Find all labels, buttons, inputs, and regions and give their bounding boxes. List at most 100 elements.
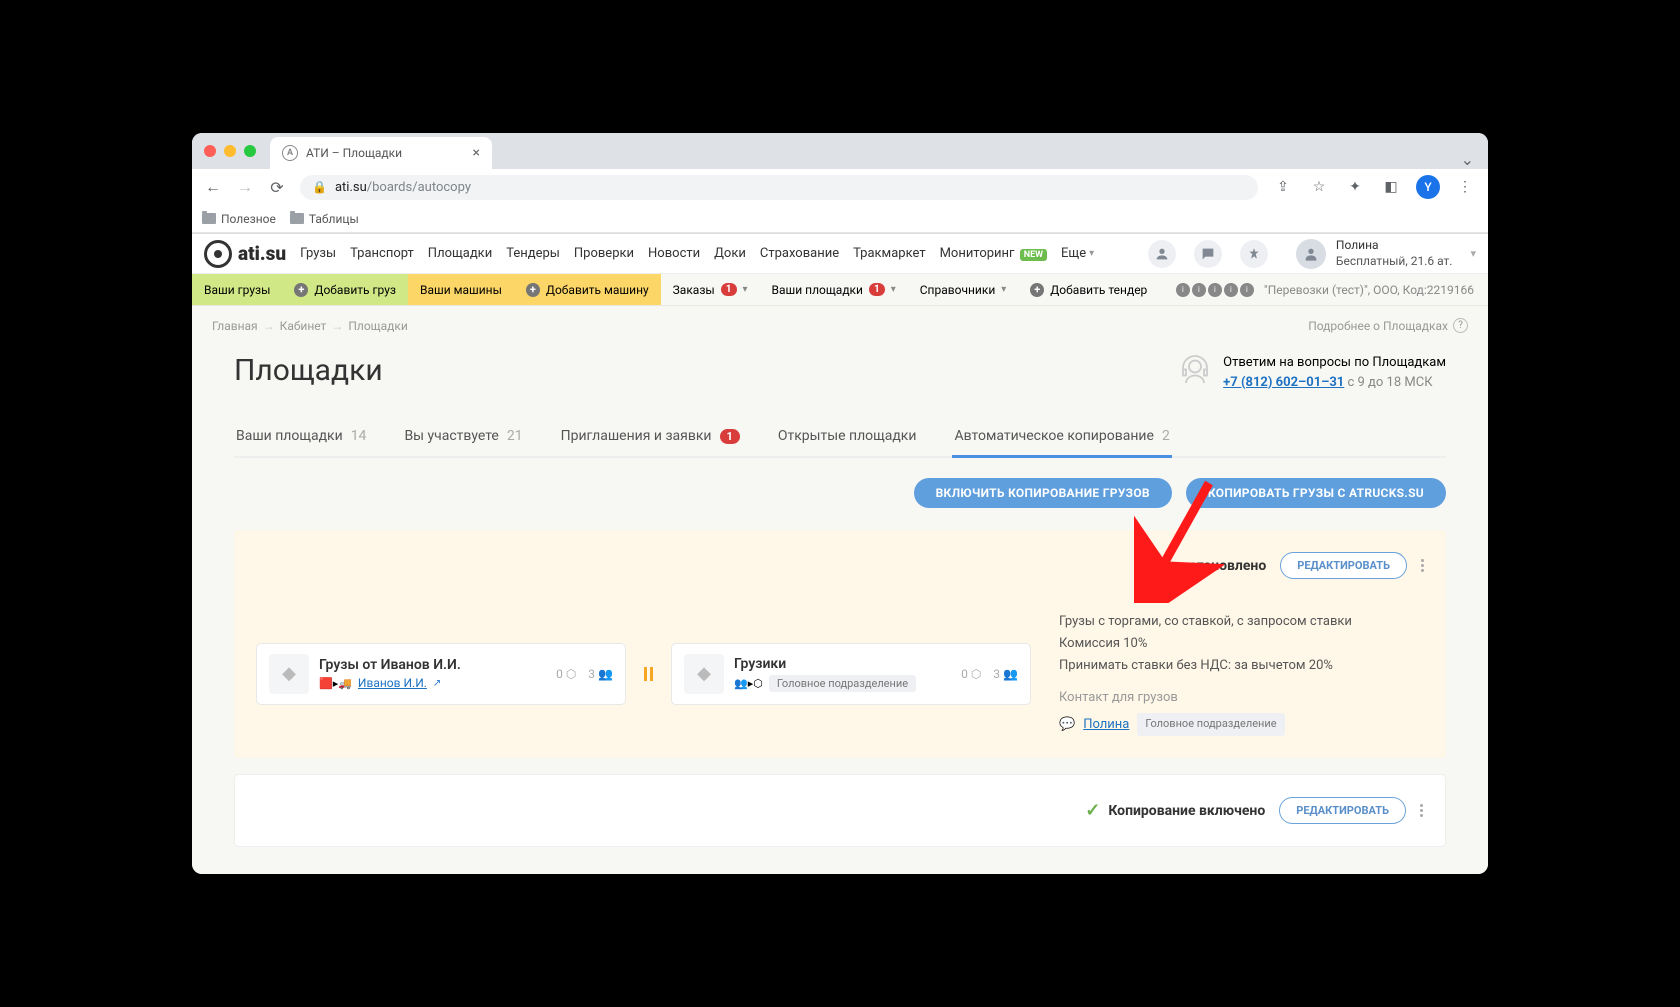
- bookmark-folder[interactable]: Полезное: [202, 212, 276, 226]
- tab-title: АТИ – Площадки: [306, 146, 402, 160]
- nav-more[interactable]: Еще▾: [1061, 246, 1094, 261]
- orders-link[interactable]: Заказы1▾: [661, 274, 760, 305]
- copy-atrucks-button[interactable]: КОПИРОВАТЬ ГРУЗЫ С ATRUCKS.SU: [1186, 478, 1446, 508]
- info-line: Комиссия 10%: [1059, 633, 1424, 655]
- dest-board-card[interactable]: ◆ Грузики 👥▸⬡ Головное подразделение 0⬡: [671, 643, 1031, 705]
- logo[interactable]: ati.su: [204, 240, 286, 268]
- browser-chrome: А АТИ – Площадки × ⌄ ← → ⟳ 🔒 ati.su/boar…: [192, 133, 1488, 234]
- extensions-icon[interactable]: ✦: [1344, 179, 1366, 195]
- department-tag: Головное подразделение: [769, 675, 916, 692]
- main-nav: Грузы Транспорт Площадки Тендеры Проверк…: [300, 246, 1094, 261]
- pause-icon: [644, 667, 653, 681]
- users-icon: 👥: [598, 667, 613, 681]
- menu-icon[interactable]: ⋮: [1454, 179, 1476, 195]
- check-icon: ✓: [1085, 800, 1100, 821]
- window-controls[interactable]: [204, 145, 256, 157]
- info-line: Грузы с торгами, со ставкой, с запросом …: [1059, 611, 1424, 633]
- tab-open-boards[interactable]: Открытые площадки: [776, 420, 919, 456]
- your-machines-link[interactable]: Ваши машины: [408, 274, 514, 305]
- plus-icon: +: [294, 283, 308, 297]
- more-menu-icon[interactable]: [1420, 804, 1423, 817]
- source-board-card[interactable]: ◆ Грузы от Иванов И.И. 🟥▸🚚 Иванов И.И. ↗: [256, 643, 626, 705]
- tab-your-boards[interactable]: Ваши площадки14: [234, 420, 368, 456]
- dest-title: Грузики: [734, 656, 951, 672]
- users-icon: 👥: [1003, 667, 1018, 681]
- tab-participate[interactable]: Вы участвуете21: [402, 420, 524, 456]
- nav-checks[interactable]: Проверки: [574, 246, 634, 261]
- breadcrumb-home[interactable]: Главная: [212, 319, 258, 333]
- bell-icon[interactable]: [1240, 240, 1268, 268]
- status-enabled: ✓ Копирование включено: [1085, 800, 1265, 821]
- chat-icon: 💬: [1059, 714, 1075, 736]
- breadcrumb-current: Площадки: [348, 319, 407, 333]
- add-machine-button[interactable]: +Добавить машину: [514, 274, 661, 305]
- info-line: Принимать ставки без НДС: за вычетом 20%: [1059, 655, 1424, 677]
- forward-icon[interactable]: →: [236, 177, 254, 197]
- user-menu[interactable]: Полина Бесплатный, 21.6 ат. ▾: [1286, 238, 1476, 269]
- contact-label: Контакт для грузов: [1059, 687, 1424, 709]
- nav-truckmarket[interactable]: Тракмаркет: [853, 246, 925, 261]
- cargo-icon: 🟥▸🚚: [319, 677, 352, 690]
- profile-icon[interactable]: Y: [1416, 175, 1440, 199]
- tab-autocopy[interactable]: Автоматическое копирование2: [952, 420, 1171, 456]
- add-cargo-button[interactable]: +Добавить груз: [282, 274, 408, 305]
- add-tender-button[interactable]: +Добавить тендер: [1018, 274, 1159, 305]
- sidepanel-icon[interactable]: ◧: [1380, 179, 1402, 195]
- headset-icon: [1177, 353, 1213, 389]
- status-dots[interactable]: iiiii: [1176, 283, 1254, 297]
- folder-icon: [290, 213, 304, 224]
- owner-link[interactable]: Иванов И.И.: [358, 676, 427, 690]
- help-phone[interactable]: +7 (812) 602–01–31: [1223, 375, 1344, 390]
- chat-icon[interactable]: [1194, 240, 1222, 268]
- tab-invitations[interactable]: Приглашения и заявки1: [559, 420, 742, 456]
- reload-icon[interactable]: ⟳: [268, 178, 286, 197]
- nav-cargo[interactable]: Грузы: [300, 246, 336, 261]
- close-tab-icon[interactable]: ×: [473, 145, 480, 161]
- bookmark-folder[interactable]: Таблицы: [290, 212, 359, 226]
- edit-button[interactable]: РЕДАКТИРОВАТЬ: [1280, 552, 1407, 579]
- back-icon[interactable]: ←: [204, 177, 222, 197]
- references-link[interactable]: Справочники▾: [908, 274, 1019, 305]
- stack-icon: ◆: [269, 654, 309, 694]
- favicon-icon: А: [282, 145, 298, 161]
- autocopy-card-enabled: ✓ Копирование включено РЕДАКТИРОВАТЬ: [234, 774, 1446, 847]
- help-title: Ответим на вопросы по Площадкам: [1223, 353, 1446, 373]
- nav-insurance[interactable]: Страхование: [760, 246, 839, 261]
- browser-tab[interactable]: А АТИ – Площадки ×: [270, 137, 492, 169]
- nav-tenders[interactable]: Тендеры: [506, 246, 560, 261]
- new-badge: NEW: [1020, 249, 1047, 261]
- logo-icon: [204, 240, 232, 268]
- nav-transport[interactable]: Транспорт: [350, 246, 414, 261]
- nav-monitoring[interactable]: Мониторинг NEW: [940, 246, 1047, 261]
- plus-icon: +: [526, 283, 540, 297]
- address-bar[interactable]: 🔒 ati.su/boards/autocopy: [300, 175, 1258, 200]
- autocopy-card-paused: Приостановлено РЕДАКТИРОВАТЬ ◆ Грузы от …: [234, 530, 1446, 758]
- chevron-down-icon: ▾: [1470, 247, 1476, 260]
- breadcrumb-cabinet[interactable]: Кабинет: [280, 319, 327, 333]
- tabs-dropdown-icon[interactable]: ⌄: [1461, 150, 1474, 169]
- contact-name[interactable]: Полина: [1083, 714, 1129, 736]
- nav-news[interactable]: Новости: [648, 246, 700, 261]
- user-circle-icon[interactable]: [1148, 240, 1176, 268]
- url-path: /boards/autocopy: [367, 180, 471, 195]
- share-icon[interactable]: ⇪: [1272, 179, 1294, 195]
- edit-button[interactable]: РЕДАКТИРОВАТЬ: [1279, 797, 1406, 824]
- nav-docs[interactable]: Доки: [714, 246, 746, 261]
- sub-toolbar: Ваши грузы +Добавить груз Ваши машины +Д…: [192, 274, 1488, 306]
- company-name: "Перевозки (тест)", ООО, Код:2219166: [1264, 283, 1474, 297]
- more-menu-icon[interactable]: [1421, 559, 1424, 572]
- about-boards-link[interactable]: Подробнее о Площадках?: [1308, 318, 1468, 333]
- nav-boards[interactable]: Площадки: [428, 246, 492, 261]
- external-link-icon: ↗: [433, 678, 441, 689]
- avatar-icon: [1296, 239, 1326, 269]
- pause-icon: [1139, 559, 1148, 573]
- star-icon[interactable]: ☆: [1308, 179, 1330, 195]
- count-badge: 1: [721, 283, 737, 296]
- help-hours: с 9 до 18 МСК: [1348, 375, 1433, 390]
- your-cargo-link[interactable]: Ваши грузы: [192, 274, 282, 305]
- source-title: Грузы от Иванов И.И.: [319, 657, 546, 673]
- box-icon: ⬡: [971, 667, 981, 681]
- enable-copy-button[interactable]: ВКЛЮЧИТЬ КОПИРОВАНИЕ ГРУЗОВ: [914, 478, 1172, 508]
- your-boards-link[interactable]: Ваши площадки1▾: [760, 274, 908, 305]
- stack-icon: ◆: [684, 654, 724, 694]
